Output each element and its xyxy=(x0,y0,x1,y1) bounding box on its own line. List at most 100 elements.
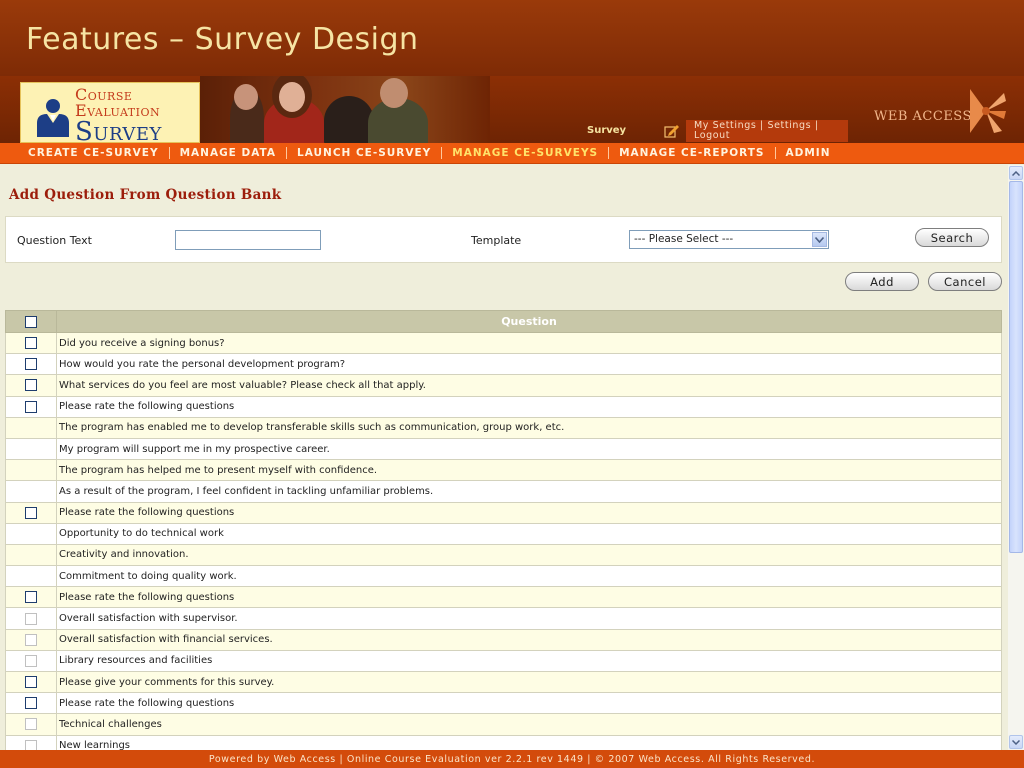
select-all-cell xyxy=(5,310,57,333)
question-text-cell: Overall satisfaction with supervisor. xyxy=(56,607,1002,630)
question-text-cell: Commitment to doing quality work. xyxy=(56,565,1002,588)
select-all-checkbox[interactable] xyxy=(25,316,37,328)
table-row: Overall satisfaction with supervisor. xyxy=(5,607,1002,630)
nav-launch-ce-survey[interactable]: LAUNCH CE-SURVEY xyxy=(287,147,443,159)
row-checkbox[interactable] xyxy=(25,337,37,350)
pencil-icon[interactable] xyxy=(664,124,680,138)
table-row: Technical challenges xyxy=(5,713,1002,736)
web-access-brand[interactable]: WEB ACCESS xyxy=(874,89,1008,133)
footer-text: Powered by Web Access | Online Course Ev… xyxy=(208,753,816,765)
row-checkbox[interactable] xyxy=(25,506,37,519)
table-row: Overall satisfaction with financial serv… xyxy=(5,628,1002,651)
scroll-thumb[interactable] xyxy=(1009,181,1023,553)
question-text-cell: Creativity and innovation. xyxy=(56,543,1002,567)
checkbox-cell xyxy=(5,607,57,630)
table-row: Opportunity to do technical work xyxy=(5,522,1002,545)
table-row: As a result of the program, I feel confi… xyxy=(5,480,1002,503)
question-table-body: Did you receive a signing bonus? How woul… xyxy=(5,331,1002,750)
row-checkbox xyxy=(25,612,37,625)
checkbox-cell xyxy=(5,331,57,355)
table-row: Did you receive a signing bonus? xyxy=(5,331,1002,355)
template-select[interactable]: --- Please Select --- xyxy=(629,230,829,249)
question-text-cell: The program has helped me to present mys… xyxy=(56,459,1002,482)
search-button[interactable]: Search xyxy=(915,228,989,247)
nav-manage-ce-reports[interactable]: MANAGE CE-REPORTS xyxy=(609,147,776,159)
settings-link[interactable]: Settings xyxy=(767,120,811,131)
row-checkbox xyxy=(25,633,37,646)
settings-box: My Settings | Settings | Logout xyxy=(686,120,848,142)
table-row: My program will support me in my prospec… xyxy=(5,437,1002,461)
question-text-cell: Technical challenges xyxy=(56,713,1002,736)
scroll-up-icon[interactable] xyxy=(1009,166,1023,180)
footer: Powered by Web Access | Online Course Ev… xyxy=(0,750,1024,768)
row-checkbox[interactable] xyxy=(25,591,37,604)
table-row: Please rate the following questions xyxy=(5,395,1002,418)
checkbox-cell xyxy=(5,480,57,503)
table-row: Please give your comments for this surve… xyxy=(5,670,1002,694)
row-checkbox[interactable] xyxy=(25,676,37,689)
question-text-cell: Please rate the following questions xyxy=(56,395,1002,418)
table-row: Creativity and innovation. xyxy=(5,543,1002,567)
row-checkbox xyxy=(25,739,37,750)
logo-line-3: Survey xyxy=(75,117,162,147)
question-column-header: Question xyxy=(56,310,1002,333)
row-checkbox xyxy=(25,654,37,667)
nav-manage-ce-surveys[interactable]: MANAGE CE-SURVEYS xyxy=(442,147,610,159)
checkbox-cell xyxy=(5,565,57,588)
table-row: What services do you feel are most valua… xyxy=(5,374,1002,397)
question-text-cell: Library resources and facilities xyxy=(56,649,1002,673)
page-title: Add Question From Question Bank xyxy=(9,187,282,203)
course-evaluation-logo[interactable]: Course Evaluation Survey xyxy=(20,82,200,147)
person-icon xyxy=(37,99,69,137)
table-row: Please rate the following questions xyxy=(5,501,1002,524)
row-checkbox[interactable] xyxy=(25,379,37,392)
table-row: The program has helped me to present mys… xyxy=(5,459,1002,482)
question-text-cell: The program has enabled me to develop tr… xyxy=(56,416,1002,439)
question-text-cell: What services do you feel are most valua… xyxy=(56,374,1002,397)
scroll-down-icon[interactable] xyxy=(1009,735,1023,749)
row-checkbox[interactable] xyxy=(25,697,37,710)
table-row: New learnings xyxy=(5,734,1002,750)
template-select-value: --- Please Select --- xyxy=(634,233,734,245)
checkbox-cell xyxy=(5,649,57,673)
page-header-title: Features – Survey Design xyxy=(26,22,419,57)
nav-create-ce-survey[interactable]: CREATE CE-SURVEY xyxy=(18,147,170,159)
banner: Course Evaluation Survey Survey My Setti… xyxy=(0,76,1024,147)
question-text-input[interactable] xyxy=(175,230,321,250)
logout-link[interactable]: Logout xyxy=(694,130,730,141)
table-header-row: Question xyxy=(5,310,1002,333)
template-label: Template xyxy=(471,234,522,247)
nav-manage-data[interactable]: MANAGE DATA xyxy=(170,147,288,159)
chevron-down-icon[interactable] xyxy=(812,232,827,247)
question-text-cell: Overall satisfaction with financial serv… xyxy=(56,628,1002,651)
cancel-button[interactable]: Cancel xyxy=(928,272,1002,291)
checkbox-cell xyxy=(5,670,57,694)
checkbox-cell xyxy=(5,522,57,545)
checkbox-cell xyxy=(5,734,57,750)
row-checkbox[interactable] xyxy=(25,358,37,371)
title-bar: Features – Survey Design xyxy=(0,0,1024,76)
main-nav: CREATE CE-SURVEY MANAGE DATA LAUNCH CE-S… xyxy=(0,143,1024,164)
question-text-cell: Please rate the following questions xyxy=(56,692,1002,715)
table-row: Please rate the following questions xyxy=(5,692,1002,715)
add-button[interactable]: Add xyxy=(845,272,919,291)
table-row: Library resources and facilities xyxy=(5,649,1002,673)
students-photo xyxy=(200,76,490,143)
table-row: The program has enabled me to develop tr… xyxy=(5,416,1002,439)
checkbox-cell xyxy=(5,543,57,567)
vertical-scrollbar[interactable] xyxy=(1008,165,1024,750)
checkbox-cell xyxy=(5,586,57,609)
survey-label: Survey xyxy=(587,125,627,136)
question-text-cell: As a result of the program, I feel confi… xyxy=(56,480,1002,503)
question-text-cell: New learnings xyxy=(56,734,1002,750)
nav-admin[interactable]: ADMIN xyxy=(776,147,841,159)
checkbox-cell xyxy=(5,353,57,376)
question-text-label: Question Text xyxy=(17,234,92,247)
row-checkbox[interactable] xyxy=(25,400,37,413)
question-text-cell: Please rate the following questions xyxy=(56,501,1002,524)
main-content: Add Question From Question Bank Question… xyxy=(0,165,1008,750)
question-text-cell: Opportunity to do technical work xyxy=(56,522,1002,545)
search-panel: Question Text Template --- Please Select… xyxy=(5,216,1002,263)
checkbox-cell xyxy=(5,628,57,651)
question-text-cell: Please rate the following questions xyxy=(56,586,1002,609)
